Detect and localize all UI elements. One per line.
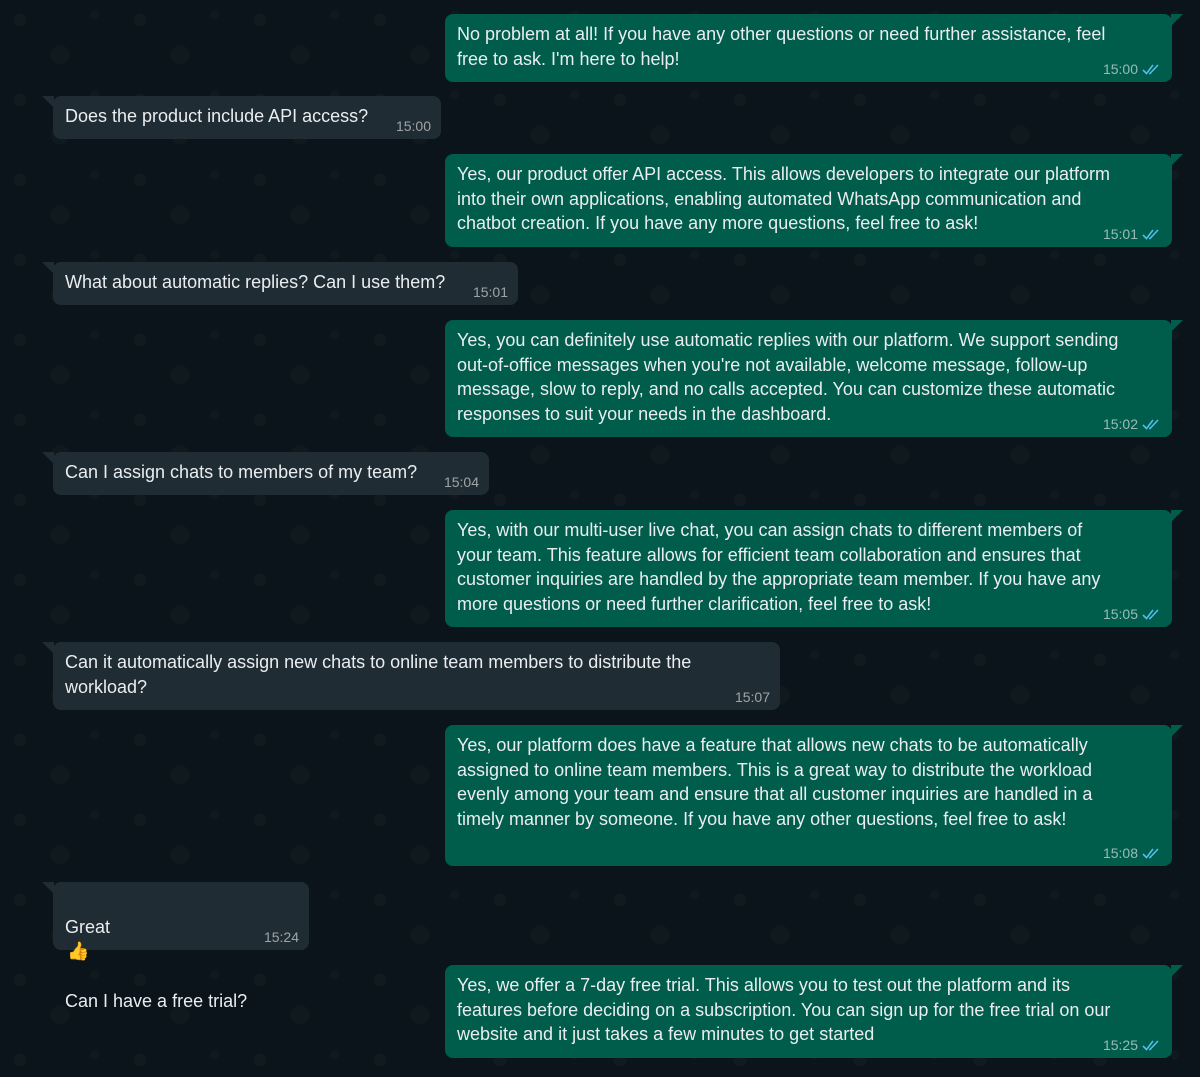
message-time: 15:05 [1102, 606, 1138, 622]
message-text: Yes, we offer a 7-day free trial. This a… [457, 975, 1111, 1045]
message-time: 15:00 [395, 118, 431, 134]
message-text-line: Great [65, 916, 111, 937]
message-text: Great 👍 Can I have a free trial? [65, 890, 297, 1014]
thumbs-up-emoji-icon: 👍 [67, 941, 90, 963]
double-check-read-icon [1142, 419, 1159, 430]
outgoing-message[interactable]: No problem at all! If you have any other… [445, 14, 1183, 82]
message-time: 15:01 [472, 284, 508, 300]
message-text: Can it automatically assign new chats to… [65, 652, 692, 697]
double-check-read-icon [1142, 229, 1159, 240]
message-meta: 15:02 [1103, 417, 1162, 431]
outgoing-message[interactable]: Yes, our platform does have a feature th… [445, 725, 1183, 866]
message-meta: 15:01 [1103, 227, 1162, 241]
double-check-read-icon [1142, 848, 1159, 859]
message-time: 15:04 [443, 474, 479, 490]
message-meta: 15:24 [264, 930, 299, 944]
incoming-message[interactable]: What about automatic replies? Can I use … [42, 262, 518, 305]
message-text: Yes, you can definitely use automatic re… [457, 330, 1119, 424]
message-text: Yes, our product offer API access. This … [457, 164, 1111, 234]
message-text: Yes, our platform does have a feature th… [457, 735, 1093, 829]
double-check-read-icon [1142, 64, 1159, 75]
message-text: What about automatic replies? Can I use … [65, 272, 446, 292]
message-time: 15:24 [263, 929, 299, 945]
message-meta: 15:08 [1103, 846, 1162, 860]
incoming-message[interactable]: Does the product include API access? 15:… [42, 96, 441, 139]
message-time: 15:07 [734, 689, 770, 705]
outgoing-message[interactable]: Yes, we offer a 7-day free trial. This a… [445, 965, 1183, 1058]
message-meta: 15:25 [1103, 1038, 1162, 1052]
outgoing-message[interactable]: Yes, with our multi-user live chat, you … [445, 510, 1183, 627]
message-meta: 15:05 [1103, 607, 1162, 621]
message-text: No problem at all! If you have any other… [457, 24, 1106, 69]
double-check-read-icon [1142, 1040, 1159, 1051]
message-time: 15:08 [1102, 845, 1138, 861]
incoming-message[interactable]: Can I assign chats to members of my team… [42, 452, 489, 495]
message-time: 15:00 [1102, 61, 1138, 77]
message-meta: 15:01 [473, 285, 508, 299]
message-text: Does the product include API access? [65, 106, 369, 126]
outgoing-message[interactable]: Yes, our product offer API access. This … [445, 154, 1183, 247]
message-meta: 15:04 [444, 475, 479, 489]
message-text: Yes, with our multi-user live chat, you … [457, 520, 1101, 614]
message-meta: 15:07 [735, 690, 770, 704]
incoming-message[interactable]: Can it automatically assign new chats to… [42, 642, 780, 710]
double-check-read-icon [1142, 609, 1159, 620]
message-time: 15:25 [1102, 1037, 1138, 1053]
message-time: 15:02 [1102, 416, 1138, 432]
message-text: Can I assign chats to members of my team… [65, 462, 418, 482]
message-meta: 15:00 [396, 119, 431, 133]
message-meta: 15:00 [1103, 62, 1162, 76]
message-time: 15:01 [1102, 226, 1138, 242]
outgoing-message[interactable]: Yes, you can definitely use automatic re… [445, 320, 1183, 437]
message-text-line: Can I have a free trial? [65, 991, 248, 1012]
incoming-message[interactable]: Great 👍 Can I have a free trial? 15:24 [42, 882, 309, 1011]
